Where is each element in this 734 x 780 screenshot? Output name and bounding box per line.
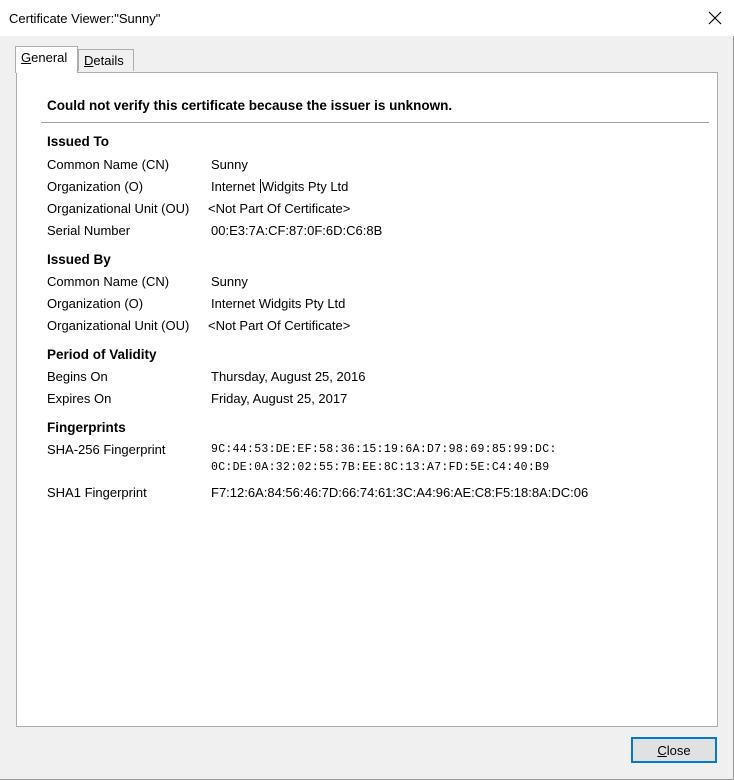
- section-fingerprints-title: Fingerprints: [47, 420, 126, 435]
- tab-general[interactable]: General: [15, 46, 78, 73]
- row-label: Begins On: [47, 369, 108, 384]
- title-bar[interactable]: Certificate Viewer:"Sunny": [0, 0, 734, 36]
- certificate-viewer-window: Certificate Viewer:"Sunny" General Detai…: [0, 0, 734, 780]
- row-label: Organizational Unit (OU): [47, 318, 190, 333]
- row-label: SHA-256 Fingerprint: [47, 442, 166, 457]
- section-issued-by-title: Issued By: [47, 252, 111, 267]
- sha256-line2: 0C:DE:0A:32:02:55:7B:EE:8C:13:A7:FD:5E:C…: [211, 461, 550, 474]
- row-value[interactable]: Internet Widgits Pty Ltd: [211, 179, 348, 194]
- row-label: Expires On: [47, 391, 112, 406]
- row-label: Organization (O): [47, 179, 144, 194]
- row-value: Friday, August 25, 2017: [211, 391, 348, 406]
- row-value: 00:E3:7A:CF:87:0F:6D:C6:8B: [211, 223, 383, 238]
- section-issued-to-title: Issued To: [47, 134, 110, 149]
- row-value: Thursday, August 25, 2016: [211, 369, 366, 384]
- separator: [41, 122, 709, 123]
- close-button[interactable]: Close: [631, 737, 717, 763]
- row-label: SHA1 Fingerprint: [47, 485, 147, 500]
- row-value: F7:12:6A:84:56:46:7D:66:74:61:3C:A4:96:A…: [211, 485, 589, 500]
- text-cursor: [259, 179, 261, 193]
- tab-details[interactable]: Details: [78, 49, 134, 71]
- row-label: Organizational Unit (OU): [47, 201, 190, 216]
- window-title: Certificate Viewer:"Sunny": [9, 11, 161, 26]
- row-label: Organization (O): [47, 296, 144, 311]
- row-label: Common Name (CN): [47, 157, 170, 172]
- close-icon: [708, 11, 722, 25]
- row-value: Sunny: [211, 274, 248, 289]
- row-label: Common Name (CN): [47, 274, 170, 289]
- row-value: Sunny: [211, 157, 248, 172]
- row-value: <Not Part Of Certificate>: [208, 201, 351, 216]
- window-close-button[interactable]: [702, 6, 728, 30]
- row-label: Serial Number: [47, 223, 131, 238]
- sha256-line1: 9C:44:53:DE:EF:58:36:15:19:6A:D7:98:69:8…: [211, 443, 557, 456]
- row-value: <Not Part Of Certificate>: [208, 318, 351, 333]
- verification-warning: Could not verify this certificate becaus…: [47, 98, 453, 113]
- general-panel: Could not verify this certificate becaus…: [16, 72, 718, 727]
- row-value: Internet Widgits Pty Ltd: [211, 296, 346, 311]
- section-validity-title: Period of Validity: [47, 347, 157, 362]
